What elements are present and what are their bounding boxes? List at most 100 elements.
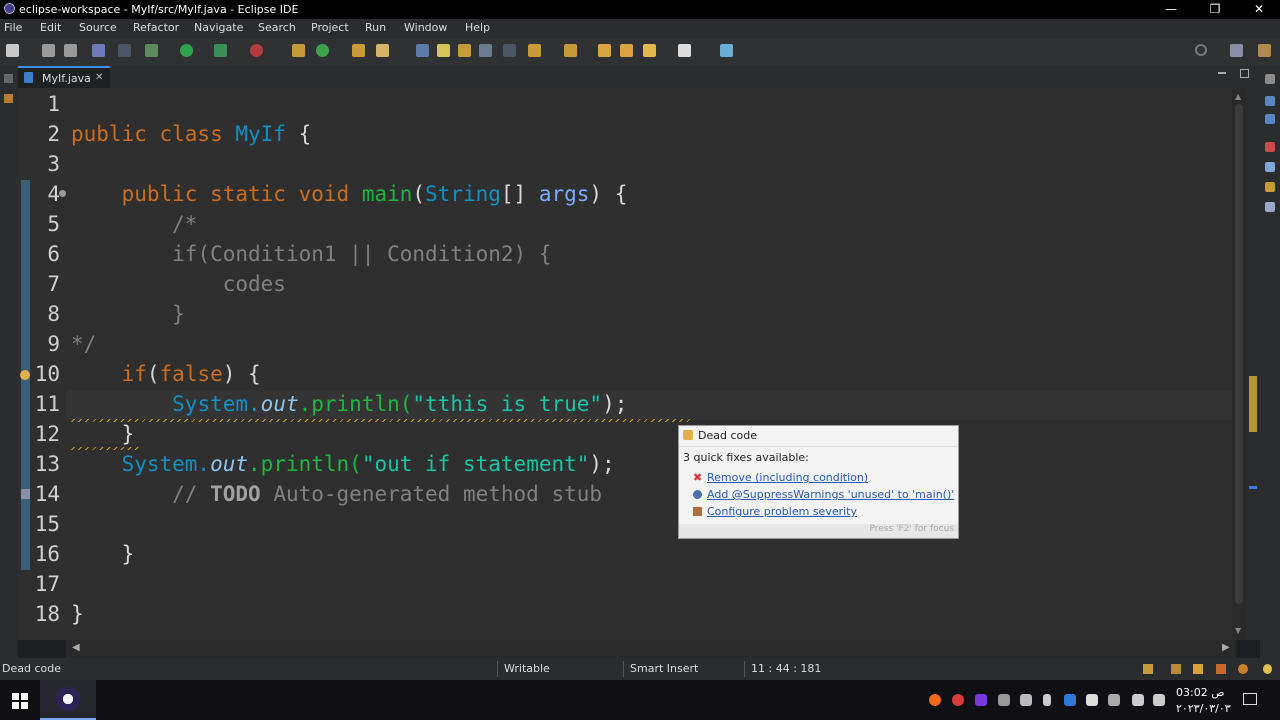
quick-fix-suppress[interactable]: Add @SuppressWarnings 'unused' to 'main(…	[707, 488, 954, 501]
tray-wifi-icon[interactable]	[1132, 694, 1144, 706]
ruler-task-marker[interactable]	[1249, 486, 1257, 489]
restore-view-icon[interactable]	[1265, 74, 1275, 84]
scroll-right-icon[interactable]: ▶	[1222, 642, 1230, 653]
scrollbar-thumb[interactable]	[1235, 104, 1243, 604]
search-icon[interactable]	[1195, 44, 1207, 56]
tray-network-share-icon[interactable]	[1086, 694, 1098, 706]
tray-volume-icon[interactable]	[1153, 694, 1165, 706]
java-perspective-icon[interactable]	[1258, 44, 1271, 57]
marketplace-icon[interactable]	[1193, 664, 1203, 674]
annotation-icon	[693, 490, 702, 499]
restore-button[interactable]: ❐	[1203, 1, 1227, 17]
search-tool-icon[interactable]	[376, 44, 389, 57]
tray-date[interactable]: ٢٠٢٣/٠٣/٠٣	[1176, 702, 1231, 715]
javadoc-icon[interactable]	[1265, 162, 1275, 172]
tab-label: MyIf.java	[42, 72, 91, 85]
last-edit-icon[interactable]	[598, 44, 611, 57]
save-icon[interactable]	[42, 44, 55, 57]
open-type-icon[interactable]	[352, 44, 365, 57]
prev-annotation-icon[interactable]	[564, 44, 577, 57]
taskbar-eclipse-button[interactable]	[40, 680, 96, 720]
menu-project[interactable]: Project	[311, 21, 349, 34]
pilcrow-icon[interactable]	[503, 44, 516, 57]
progress-icon[interactable]	[1238, 664, 1248, 674]
menu-search[interactable]: Search	[258, 21, 296, 34]
quick-fix-configure[interactable]: Configure problem severity	[707, 505, 857, 518]
tray-time[interactable]: 03:02 ص	[1176, 686, 1225, 699]
notification-center-icon[interactable]	[1243, 693, 1257, 705]
show-whitespace-icon[interactable]	[479, 44, 492, 57]
tab-myif-java[interactable]: MyIf.java ✕	[18, 66, 110, 88]
tray-onenote-icon[interactable]	[975, 694, 987, 706]
coverage-icon[interactable]	[214, 44, 227, 57]
notification-icon[interactable]	[1143, 664, 1153, 674]
menu-refactor[interactable]: Refactor	[133, 21, 179, 34]
forward-edit-icon[interactable]	[620, 44, 633, 57]
quick-fix-remove[interactable]: Remove (including condition)	[707, 471, 868, 484]
new-icon[interactable]	[6, 44, 19, 57]
new-java-project-icon[interactable]	[292, 44, 305, 57]
open-perspective-icon[interactable]	[1230, 44, 1243, 57]
code-line-9: */	[71, 332, 97, 356]
tray-microphone-icon[interactable]	[1043, 694, 1051, 706]
overview-ruler[interactable]	[1246, 88, 1260, 640]
menu-help[interactable]: Help	[465, 21, 490, 34]
declaration-icon[interactable]	[1265, 182, 1275, 192]
line-number: 11	[34, 392, 60, 416]
forward-arrow-icon[interactable]	[678, 44, 691, 57]
highlight-icon[interactable]	[437, 44, 450, 57]
code-line-7: codes	[222, 272, 286, 296]
fold-marker-icon[interactable]	[59, 190, 66, 197]
back-arrow-icon[interactable]	[643, 44, 656, 57]
tray-app-icon[interactable]	[929, 694, 941, 706]
tray-keyboard-icon[interactable]	[1020, 694, 1032, 706]
menu-file[interactable]: File	[4, 21, 22, 34]
tray-language-icon[interactable]	[1108, 694, 1120, 706]
next-annotation-icon[interactable]	[528, 44, 541, 57]
tab-close-icon[interactable]: ✕	[95, 72, 103, 83]
tray-display-icon[interactable]	[998, 694, 1010, 706]
tip-icon[interactable]	[1171, 664, 1181, 674]
menu-navigate[interactable]: Navigate	[194, 21, 243, 34]
code-line-16: }	[121, 542, 135, 566]
update-icon[interactable]	[1216, 664, 1226, 674]
restore-view-icon[interactable]	[4, 74, 13, 83]
package-explorer-icon[interactable]	[4, 94, 13, 103]
pin-editor-icon[interactable]	[720, 44, 733, 57]
save-all-icon[interactable]	[64, 44, 77, 57]
debug-icon[interactable]	[145, 44, 158, 57]
task-list-icon[interactable]	[1265, 114, 1275, 124]
popup-title: Dead code	[698, 429, 757, 442]
minimize-button[interactable]: —	[1159, 1, 1183, 17]
scroll-up-icon[interactable]: ▲	[1235, 92, 1241, 101]
tray-opera-icon[interactable]	[952, 694, 964, 706]
scroll-down-icon[interactable]: ▼	[1235, 626, 1241, 635]
new-class-icon[interactable]	[316, 44, 329, 57]
terminal-icon[interactable]	[92, 44, 105, 57]
start-menu-icon[interactable]	[12, 693, 28, 709]
toggle-mark-icon[interactable]	[416, 44, 429, 57]
status-writable: Writable	[504, 662, 550, 675]
minimize-editor-icon[interactable]	[1218, 72, 1226, 74]
menu-window[interactable]: Window	[404, 21, 447, 34]
external-tools-icon[interactable]	[250, 44, 263, 57]
menu-source[interactable]: Source	[79, 21, 117, 34]
skip-breakpoints-icon[interactable]	[118, 44, 131, 57]
console-icon[interactable]	[1265, 202, 1275, 212]
scroll-left-icon[interactable]: ◀	[72, 642, 80, 653]
lightbulb-icon[interactable]	[1263, 664, 1272, 674]
menu-run[interactable]: Run	[365, 21, 386, 34]
horizontal-scrollbar[interactable]: ◀ ▶	[66, 640, 1236, 658]
outline-icon[interactable]	[1265, 96, 1275, 106]
maximize-editor-icon[interactable]	[1240, 69, 1249, 78]
code-editor[interactable]: 1 2 3 4 5 6 7 8 9 10 11 12 13 14 15 16 1…	[18, 88, 1246, 640]
close-button[interactable]: ✕	[1247, 1, 1271, 17]
code-line-12: }	[121, 422, 135, 446]
dead-code-warning-underline	[71, 419, 691, 422]
vertical-scrollbar[interactable]: ▲ ▼	[1232, 88, 1246, 640]
menu-edit[interactable]: Edit	[40, 21, 61, 34]
problems-icon[interactable]	[1265, 142, 1275, 152]
run-icon[interactable]	[180, 44, 193, 57]
tray-bluetooth-icon[interactable]	[1064, 694, 1076, 706]
block-selection-icon[interactable]	[458, 44, 471, 57]
